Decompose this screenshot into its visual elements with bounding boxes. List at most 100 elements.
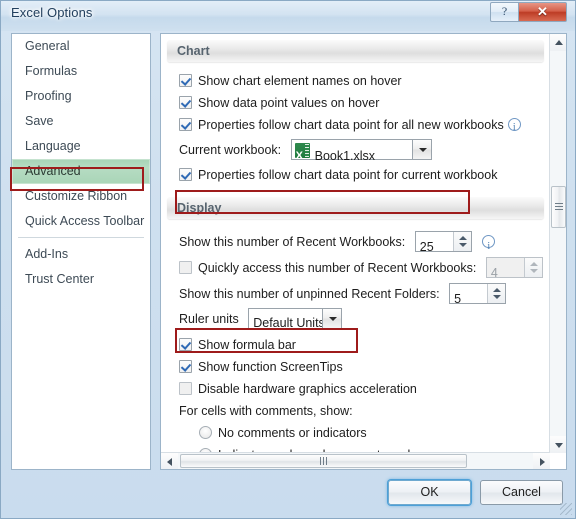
stepper-arrows-icon[interactable] <box>487 284 506 303</box>
checkbox-quickly-access-recent-workbooks[interactable] <box>179 261 192 274</box>
quick-access-row[interactable]: Quickly access this number of Recent Wor… <box>179 255 550 281</box>
cancel-button[interactable]: Cancel <box>480 480 563 505</box>
option-disable-hardware-acceleration[interactable]: Disable hardware graphics acceleration <box>179 378 550 400</box>
sidebar-item-customize-ribbon[interactable]: Customize Ribbon <box>12 184 150 209</box>
sidebar-item-label: Formulas <box>25 64 78 78</box>
scroll-up-button[interactable] <box>550 34 566 51</box>
checkbox-show-function-screentips[interactable] <box>179 360 192 373</box>
scroll-right-button[interactable] <box>533 453 550 469</box>
recent-folders-row: Show this number of unpinned Recent Fold… <box>179 281 550 307</box>
close-icon: ✕ <box>537 4 548 19</box>
info-icon[interactable] <box>482 234 496 260</box>
option-no-comments-or-indicators[interactable]: No comments or indicators <box>199 422 550 444</box>
option-label: Show formula bar <box>198 338 296 352</box>
option-label: Quickly access this number of Recent Wor… <box>198 261 477 275</box>
sidebar-item-label: General <box>25 39 70 53</box>
option-label: No comments or indicators <box>218 426 367 440</box>
grip-icon <box>554 203 563 210</box>
option-properties-follow-new-workbooks[interactable]: Properties follow chart data point for a… <box>179 114 550 139</box>
option-properties-follow-current-workbook[interactable]: Properties follow chart data point for c… <box>179 164 550 186</box>
sidebar-divider <box>18 237 144 238</box>
stepper-arrows-icon[interactable] <box>452 232 471 251</box>
arrow-right-icon <box>539 457 545 466</box>
excel-options-dialog: Excel Options ? ✕ General Formulas Proof… <box>0 0 576 519</box>
sidebar-item-trust-center[interactable]: Trust Center <box>12 267 150 292</box>
arrow-up-icon <box>554 39 563 45</box>
chart-section-heading: Chart <box>167 40 544 62</box>
sidebar-item-proofing[interactable]: Proofing <box>12 84 150 109</box>
sidebar-item-label: Trust Center <box>25 272 95 286</box>
display-section-heading: Display <box>167 197 544 219</box>
sidebar-item-save[interactable]: Save <box>12 109 150 134</box>
option-show-formula-bar[interactable]: Show formula bar <box>179 334 550 356</box>
window-title: Excel Options <box>11 5 93 20</box>
horizontal-scroll-thumb[interactable] <box>180 454 467 468</box>
options-scroll-area: Chart Show chart element names on hover … <box>161 34 550 453</box>
recent-folders-label: Show this number of unpinned Recent Fold… <box>179 287 440 301</box>
current-workbook-row: Current workbook: Book1.xlsx <box>179 136 550 170</box>
option-label: Properties follow chart data point for c… <box>198 168 498 182</box>
checkbox-disable-hardware-acceleration[interactable] <box>179 382 192 395</box>
sidebar-item-quick-access-toolbar[interactable]: Quick Access Toolbar <box>12 209 150 234</box>
arrow-left-icon <box>166 457 172 466</box>
excel-file-icon <box>294 142 310 170</box>
sidebar-item-language[interactable]: Language <box>12 134 150 159</box>
info-icon[interactable] <box>507 117 521 139</box>
sidebar-item-label: Proofing <box>25 89 72 103</box>
close-button[interactable]: ✕ <box>519 2 567 22</box>
help-button[interactable]: ? <box>490 2 519 22</box>
radio-no-comments-or-indicators[interactable] <box>199 426 212 439</box>
option-label: Show data point values on hover <box>198 96 380 110</box>
checkbox-show-formula-bar[interactable] <box>179 338 192 351</box>
comments-group-label: For cells with comments, show: <box>179 400 550 422</box>
resize-grip-icon[interactable] <box>560 503 572 515</box>
sidebar-item-label: Quick Access Toolbar <box>25 214 145 228</box>
sidebar-item-general[interactable]: General <box>12 34 150 59</box>
current-workbook-dropdown[interactable]: Book1.xlsx <box>290 139 432 170</box>
sidebar-item-label: Add-Ins <box>25 247 69 261</box>
option-show-data-point-values[interactable]: Show data point values on hover <box>179 92 550 114</box>
checkbox-show-chart-element-names[interactable] <box>179 74 192 87</box>
stepper-arrows-icon <box>523 258 542 277</box>
option-show-function-screentips[interactable]: Show function ScreenTips <box>179 356 550 378</box>
current-workbook-label: Current workbook: <box>179 143 282 157</box>
options-category-list[interactable]: General Formulas Proofing Save Language … <box>11 33 151 470</box>
sidebar-item-label: Save <box>25 114 54 128</box>
question-mark-icon: ? <box>501 4 508 18</box>
option-label: Show function ScreenTips <box>198 360 343 374</box>
chevron-down-icon[interactable] <box>322 309 342 328</box>
chevron-down-icon[interactable] <box>411 140 431 159</box>
options-content-panel: Chart Show chart element names on hover … <box>160 33 567 470</box>
scroll-left-button[interactable] <box>161 453 178 469</box>
checkbox-properties-follow-current-workbook[interactable] <box>179 168 192 181</box>
arrow-down-icon <box>554 442 563 448</box>
horizontal-scrollbar[interactable] <box>161 452 550 469</box>
recent-folders-stepper[interactable]: 5 <box>449 283 507 306</box>
sidebar-item-label: Customize Ribbon <box>25 189 128 203</box>
sidebar-item-label: Language <box>25 139 81 153</box>
recent-workbooks-label: Show this number of Recent Workbooks: <box>179 235 406 249</box>
vertical-scroll-thumb[interactable] <box>551 186 566 228</box>
sidebar-item-formulas[interactable]: Formulas <box>12 59 150 84</box>
sidebar-item-add-ins[interactable]: Add-Ins <box>12 242 150 267</box>
recent-workbooks-stepper[interactable]: 25 <box>414 231 472 254</box>
title-bar: Excel Options ? ✕ <box>1 1 575 31</box>
ruler-units-value: Default Units <box>253 316 325 330</box>
sidebar-item-advanced[interactable]: Advanced <box>12 159 150 184</box>
checkbox-show-data-point-values[interactable] <box>179 96 192 109</box>
comments-label: For cells with comments, show: <box>179 404 353 418</box>
ok-button[interactable]: OK <box>388 480 471 505</box>
ruler-units-dropdown[interactable]: Default Units <box>248 308 343 330</box>
grip-icon <box>319 457 327 465</box>
ruler-units-label: Ruler units <box>179 312 239 326</box>
checkbox-properties-follow-new-workbooks[interactable] <box>179 118 192 131</box>
option-label: Disable hardware graphics acceleration <box>198 382 417 396</box>
option-label: Show chart element names on hover <box>198 74 402 88</box>
vertical-scrollbar[interactable] <box>549 34 566 453</box>
quick-access-stepper: 4 <box>485 257 543 280</box>
option-show-chart-element-names[interactable]: Show chart element names on hover <box>179 70 550 92</box>
ruler-units-row: Ruler units Default Units <box>179 307 550 332</box>
recent-workbooks-row: Show this number of Recent Workbooks: 25 <box>179 229 550 260</box>
sidebar-item-label: Advanced <box>25 164 81 178</box>
scroll-down-button[interactable] <box>550 436 566 453</box>
